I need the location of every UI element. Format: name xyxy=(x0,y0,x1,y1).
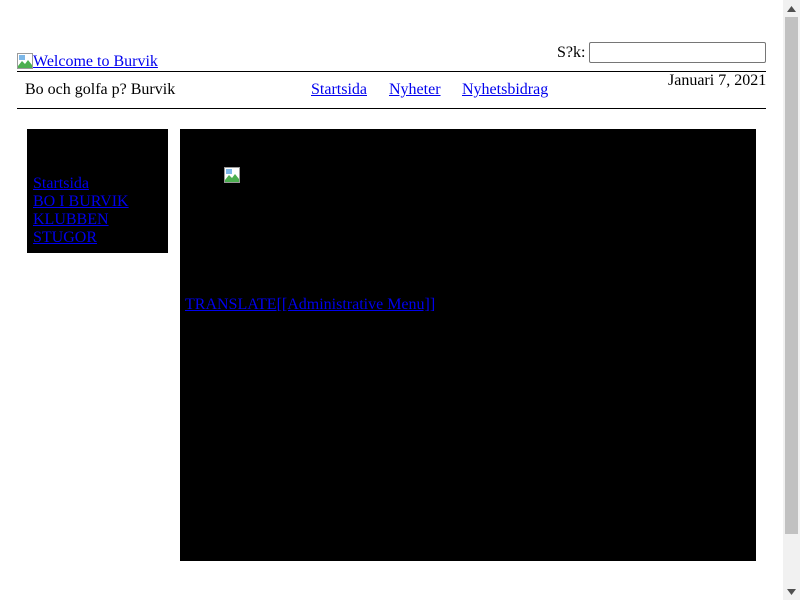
site-tagline: Bo och golfa p? Burvik xyxy=(25,81,176,98)
main-content-panel: TRANSLATE[[Administrative Menu]] xyxy=(180,129,756,561)
topnav-nyheter[interactable]: Nyheter xyxy=(389,81,441,99)
sidebar-panel: Startsida BO I BURVIK KLUBBEN STUGOR xyxy=(27,129,168,253)
sidebar-item-klubben[interactable]: KLUBBEN xyxy=(33,211,129,229)
sidebar-nav: Startsida BO I BURVIK KLUBBEN STUGOR xyxy=(33,175,129,247)
sidebar-item-stugor[interactable]: STUGOR xyxy=(33,229,129,247)
header-divider-top xyxy=(17,71,766,72)
logo-alt-text: Welcome to Burvik xyxy=(33,53,158,70)
search-form: S?k: xyxy=(557,42,767,63)
vertical-scrollbar[interactable] xyxy=(783,0,800,600)
page-viewport: Welcome to Burvik S?k: Bo och golfa p? B… xyxy=(0,0,783,600)
translate-admin-line: TRANSLATE[[Administrative Menu]] xyxy=(185,296,435,314)
admin-menu-link[interactable]: [[Administrative Menu]] xyxy=(277,296,436,313)
sidebar-item-bo-i-burvik[interactable]: BO I BURVIK xyxy=(33,193,129,211)
topnav-startsida[interactable]: Startsida xyxy=(311,81,367,99)
scrollbar-thumb[interactable] xyxy=(785,17,798,534)
topnav-nyhetsbidrag[interactable]: Nyhetsbidrag xyxy=(462,81,548,99)
logo-link[interactable]: Welcome to Burvik xyxy=(17,53,158,71)
arrow-up-icon[interactable] xyxy=(783,0,800,17)
search-label: S?k: xyxy=(557,43,586,61)
translate-link[interactable]: TRANSLATE xyxy=(185,296,277,313)
search-input[interactable] xyxy=(589,42,767,63)
sidebar-item-startsida[interactable]: Startsida xyxy=(33,175,129,193)
arrow-down-icon[interactable] xyxy=(783,583,800,600)
current-date: Januari 7, 2021 xyxy=(668,72,767,89)
header-divider-bottom xyxy=(17,108,766,109)
broken-image-icon xyxy=(224,167,240,188)
broken-image-icon xyxy=(17,53,33,69)
